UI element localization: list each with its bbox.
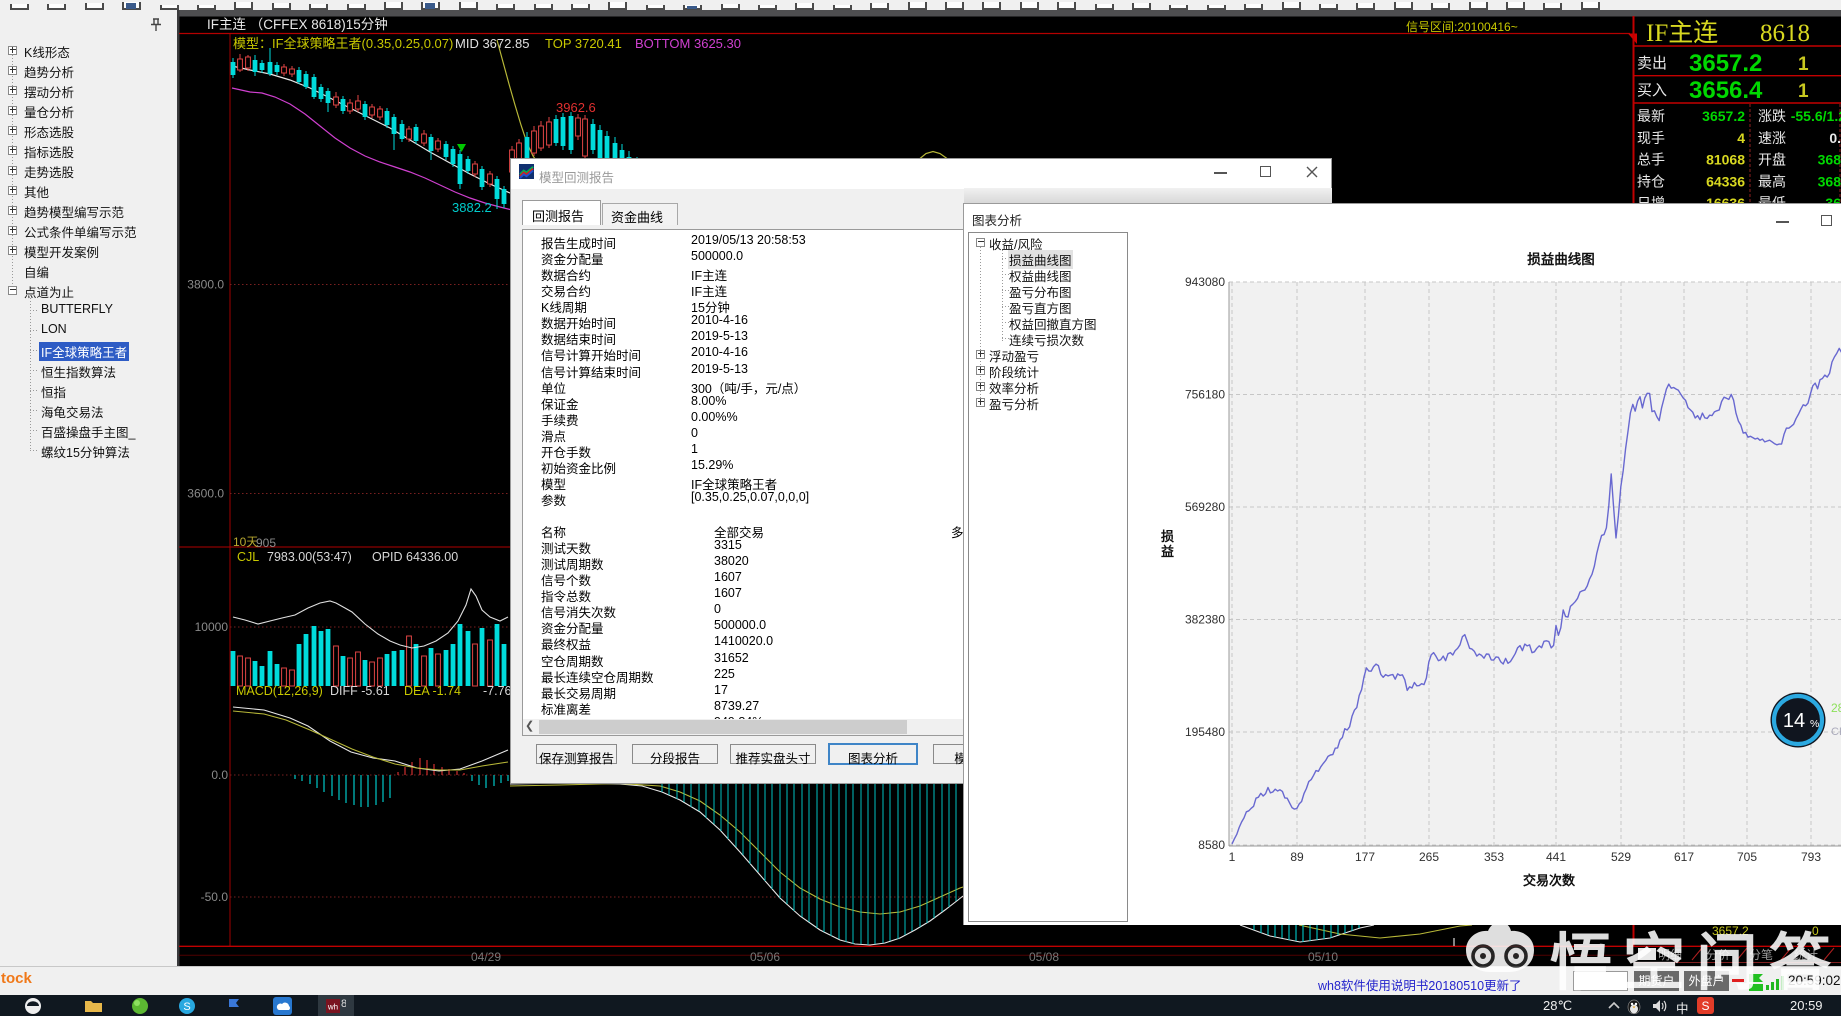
svg-text:265: 265 [1419,850,1439,864]
svg-text:3962.6: 3962.6 [556,100,596,115]
svg-text:4: 4 [1737,130,1745,146]
svg-text:CP: CP [1831,726,1841,738]
svg-text:0.0: 0.0 [211,768,228,782]
svg-text:最高: 最高 [1758,173,1786,189]
svg-text:总手: 总手 [1637,152,1665,168]
svg-text:MACD(12,26,9): MACD(12,26,9) [236,684,323,698]
svg-text:-7.76: -7.76 [483,684,512,698]
svg-text:TOP 3720.41: TOP 3720.41 [545,36,622,51]
svg-text:wh: wh [327,1003,338,1012]
svg-text:持仓: 持仓 [1637,173,1665,189]
svg-text:买入: 买入 [1637,82,1667,99]
svg-text:损: 损 [1161,529,1174,544]
svg-text:OPID 64336.00: OPID 64336.00 [372,550,458,564]
svg-text:64336: 64336 [1706,173,1745,189]
svg-text:81068: 81068 [1706,152,1745,168]
svg-text:177: 177 [1355,850,1375,864]
svg-text:信号区间:20100416~: 信号区间:20100416~ [1406,20,1518,34]
svg-text:现手: 现手 [1637,130,1665,146]
svg-text:943080: 943080 [1185,275,1225,289]
svg-text:05/10: 05/10 [1308,950,1338,964]
svg-text:793: 793 [1801,850,1821,864]
svg-text:IF主连: IF主连 [1646,19,1718,47]
svg-text:368: 368 [1818,152,1841,168]
svg-text:1: 1 [1229,850,1236,864]
svg-text:1: 1 [1798,81,1809,102]
svg-text:3600.0: 3600.0 [187,487,224,501]
svg-text:28: 28 [1831,701,1841,715]
svg-text:89: 89 [1290,850,1304,864]
svg-text:卖出: 卖出 [1637,55,1667,72]
svg-text:8580: 8580 [1198,838,1225,852]
svg-text:开盘: 开盘 [1758,152,1786,168]
svg-text:涨跌: 涨跌 [1758,108,1786,124]
svg-text:模型：IF全球策略王者(0.35,0.25,0.07): 模型：IF全球策略王者(0.35,0.25,0.07) [233,36,453,51]
svg-text:CJL: CJL [237,550,259,564]
svg-text:3656.4: 3656.4 [1689,77,1763,104]
svg-text:3657.2: 3657.2 [1702,108,1745,124]
svg-text:8: 8 [341,998,346,1010]
svg-text:905: 905 [256,536,276,550]
svg-text:529: 529 [1611,850,1631,864]
svg-text:0.: 0. [1829,130,1841,146]
svg-text:05/06: 05/06 [750,950,780,964]
svg-text:705: 705 [1737,850,1757,864]
svg-text:速涨: 速涨 [1758,130,1786,146]
svg-text:14: 14 [1783,710,1805,732]
svg-text:IF主连 （CFFEX 8618)15分钟: IF主连 （CFFEX 8618)15分钟 [207,16,388,32]
svg-text:BOTTOM 3625.30: BOTTOM 3625.30 [635,36,741,51]
svg-text:悟空问答: 悟空问答 [1550,929,1841,998]
svg-text:%: % [1810,718,1819,730]
svg-text:-50.0: -50.0 [201,890,229,904]
svg-text:7983.00(53:47): 7983.00(53:47) [267,550,352,564]
svg-text:DEA -1.74: DEA -1.74 [404,684,461,698]
svg-text:3800.0: 3800.0 [187,278,224,292]
svg-text:10天: 10天 [233,535,258,549]
svg-text:353: 353 [1484,850,1504,864]
svg-text:交易次数: 交易次数 [1523,873,1576,888]
svg-text:益: 益 [1161,544,1174,559]
svg-text:损益曲线图: 损益曲线图 [1527,251,1595,267]
svg-text:617: 617 [1674,850,1694,864]
svg-text:-55.6/1.2: -55.6/1.2 [1791,108,1841,124]
svg-text:DIFF -5.61: DIFF -5.61 [330,684,390,698]
svg-text:569280: 569280 [1185,500,1225,514]
svg-text:最新: 最新 [1637,108,1665,124]
svg-text:8618: 8618 [1760,20,1810,47]
svg-text:04/29: 04/29 [471,950,501,964]
svg-text:195480: 195480 [1185,725,1225,739]
svg-text:S: S [183,1001,190,1013]
svg-text:05/08: 05/08 [1029,950,1059,964]
svg-text:3882.2: 3882.2 [452,200,492,215]
svg-text:756180: 756180 [1185,388,1225,402]
svg-text:441: 441 [1546,850,1566,864]
svg-text:MID 3672.85: MID 3672.85 [455,36,529,51]
svg-text:3657.2: 3657.2 [1689,50,1762,77]
svg-text:368: 368 [1818,173,1841,189]
svg-text:1: 1 [1798,54,1809,75]
svg-text:382380: 382380 [1185,613,1225,627]
svg-text:S: S [1701,999,1709,1013]
svg-text:10000: 10000 [195,620,229,634]
